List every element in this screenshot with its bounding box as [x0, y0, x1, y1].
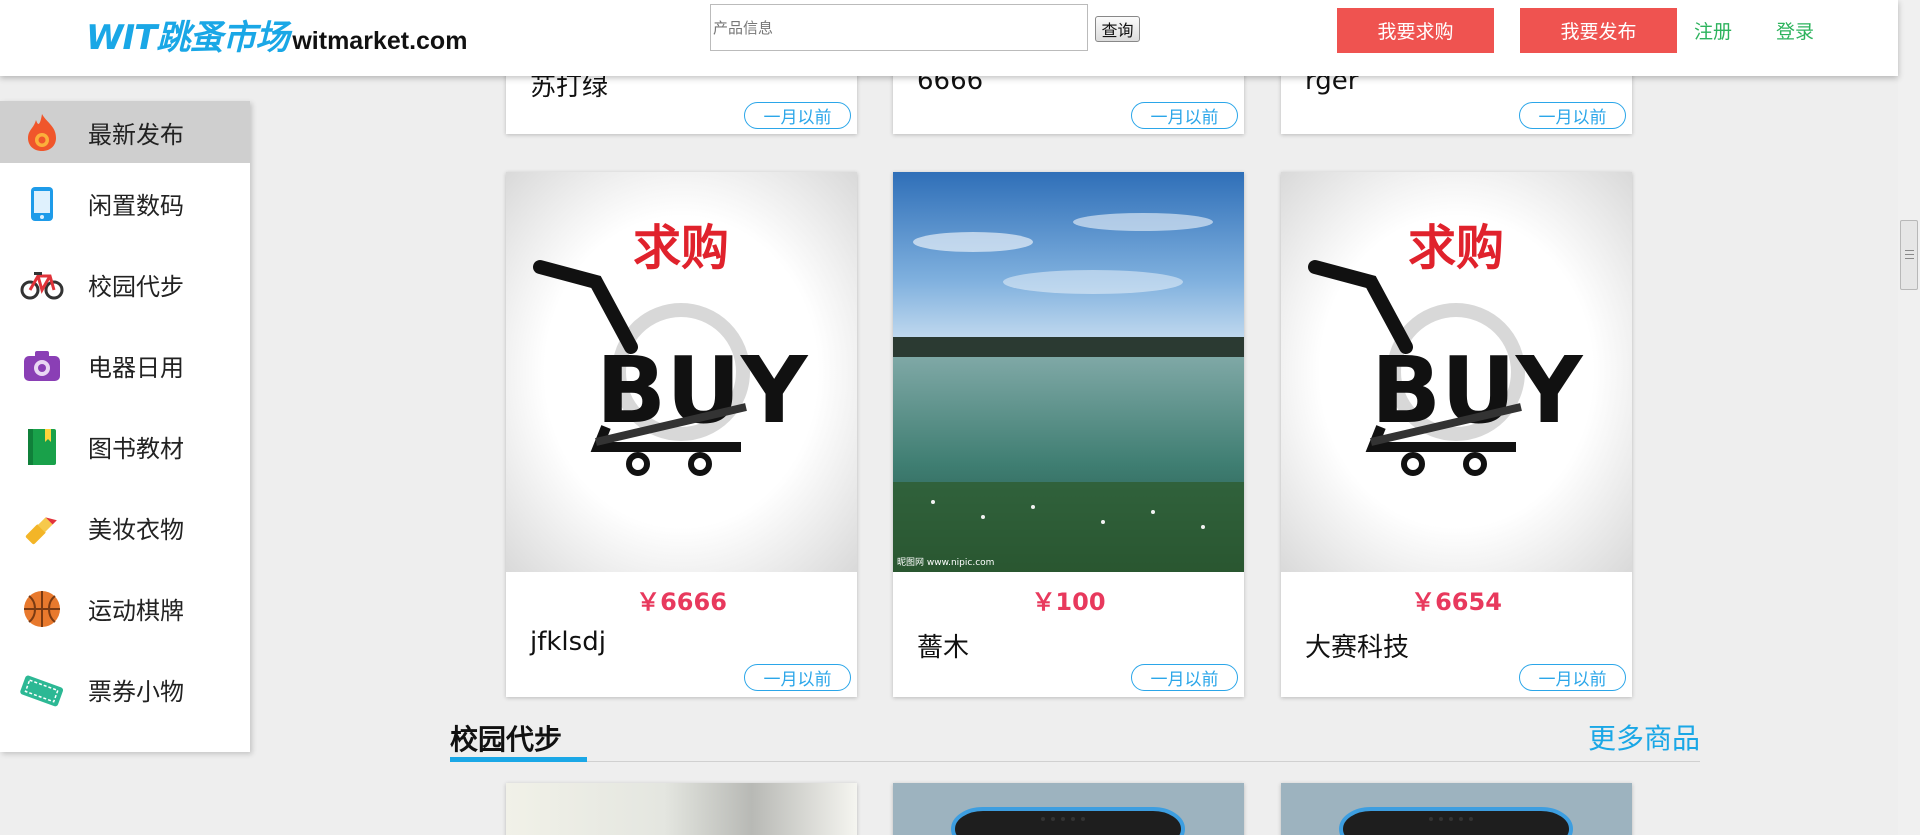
product-image[interactable]: 求购 BUY: [1281, 172, 1632, 572]
sidebar-item-tickets[interactable]: 票券小物: [0, 649, 250, 730]
basketball-icon: [20, 587, 64, 631]
product-image[interactable]: [893, 783, 1244, 835]
post-time-badge: 一月以前: [1519, 664, 1626, 691]
post-time-badge: 一月以前: [744, 102, 851, 129]
sidebar-item-label: 图书教材: [88, 435, 184, 463]
bicycle-icon: [20, 263, 64, 307]
sidebar-item-cosmetics[interactable]: 美妆衣物: [0, 487, 250, 568]
product-name: 薔木: [917, 633, 970, 663]
scrollbar-thumb[interactable]: [1900, 220, 1918, 290]
sidebar-item-label: 美妆衣物: [88, 516, 184, 544]
product-image[interactable]: [1281, 783, 1632, 835]
sidebar-item-label: 最新发布: [88, 120, 184, 149]
product-name: 大赛科技: [1305, 633, 1410, 663]
book-icon: [20, 425, 64, 469]
phone-icon: [20, 182, 64, 226]
sidebar-item-appliances[interactable]: 电器日用: [0, 325, 250, 406]
logo-domain-text: witmarket.com: [292, 27, 468, 55]
sidebar-item-books[interactable]: 图书教材: [0, 406, 250, 487]
product-card[interactable]: 求购 BUY ￥6654 大赛科技 一月以前: [1281, 172, 1632, 697]
product-card[interactable]: [506, 783, 857, 835]
buy-request-label: 求购: [633, 220, 729, 276]
section-title-underline: [450, 757, 587, 762]
section-title: 校园代步: [450, 723, 563, 756]
login-link[interactable]: 登录: [1776, 17, 1814, 44]
lipstick-icon: [20, 506, 64, 550]
category-sidebar: 最新发布 闲置数码 校园代步 电器日用 图书教材 美妆衣物 运动棋牌 票券小物: [0, 101, 250, 752]
search-button[interactable]: 查询: [1095, 16, 1140, 42]
site-logo[interactable]: WIT跳蚤市场 witmarket.com: [86, 10, 467, 60]
watermark-text: 昵图网 www.nipic.com: [897, 557, 994, 568]
more-products-link[interactable]: 更多商品: [1588, 717, 1700, 757]
buy-request-label: 求购: [1408, 220, 1504, 276]
svg-text:BUY: BUY: [596, 337, 809, 444]
want-publish-button[interactable]: 我要发布: [1520, 8, 1677, 53]
product-price: ￥6666: [636, 588, 727, 616]
post-time-badge: 一月以前: [1131, 102, 1238, 129]
product-card[interactable]: 昵图网 www.nipic.com ￥100 薔木 一月以前: [893, 172, 1244, 697]
product-card[interactable]: [1281, 783, 1632, 835]
post-time-badge: 一月以前: [1519, 102, 1626, 129]
ticket-icon: [20, 668, 64, 712]
sidebar-item-transport[interactable]: 校园代步: [0, 244, 250, 325]
product-card[interactable]: [893, 783, 1244, 835]
product-name: jfklsdj: [530, 627, 606, 657]
page-scrollbar[interactable]: [1898, 0, 1920, 835]
sidebar-item-label: 闲置数码: [88, 192, 184, 220]
logo-brand-text: WIT跳蚤市场: [86, 18, 289, 58]
sidebar-item-digital[interactable]: 闲置数码: [0, 163, 250, 244]
sidebar-item-latest[interactable]: 最新发布: [0, 101, 250, 163]
product-image[interactable]: 求购 BUY: [506, 172, 857, 572]
product-image[interactable]: 昵图网 www.nipic.com: [893, 172, 1244, 572]
want-buy-button[interactable]: 我要求购: [1337, 8, 1494, 53]
camera-icon: [20, 344, 64, 388]
sidebar-item-label: 票券小物: [88, 678, 184, 706]
fire-icon: [20, 110, 64, 154]
product-price: ￥6654: [1411, 588, 1502, 616]
svg-text:BUY: BUY: [1371, 337, 1584, 444]
product-card[interactable]: 求购 BUY ￥6666 jfklsdj 一月以前: [506, 172, 857, 697]
sidebar-item-label: 校园代步: [88, 273, 184, 301]
post-time-badge: 一月以前: [1131, 664, 1238, 691]
section-divider: [450, 761, 1700, 762]
top-header: WIT跳蚤市场 witmarket.com 查询 我要求购 我要发布 注册 登录: [0, 0, 1898, 76]
product-image[interactable]: [506, 783, 857, 835]
post-time-badge: 一月以前: [744, 664, 851, 691]
sidebar-item-sports[interactable]: 运动棋牌: [0, 568, 250, 649]
sidebar-item-label: 电器日用: [88, 354, 184, 382]
register-link[interactable]: 注册: [1694, 17, 1732, 44]
product-price: ￥100: [1031, 588, 1106, 616]
search-input[interactable]: [710, 4, 1088, 51]
sidebar-item-label: 运动棋牌: [88, 597, 184, 625]
